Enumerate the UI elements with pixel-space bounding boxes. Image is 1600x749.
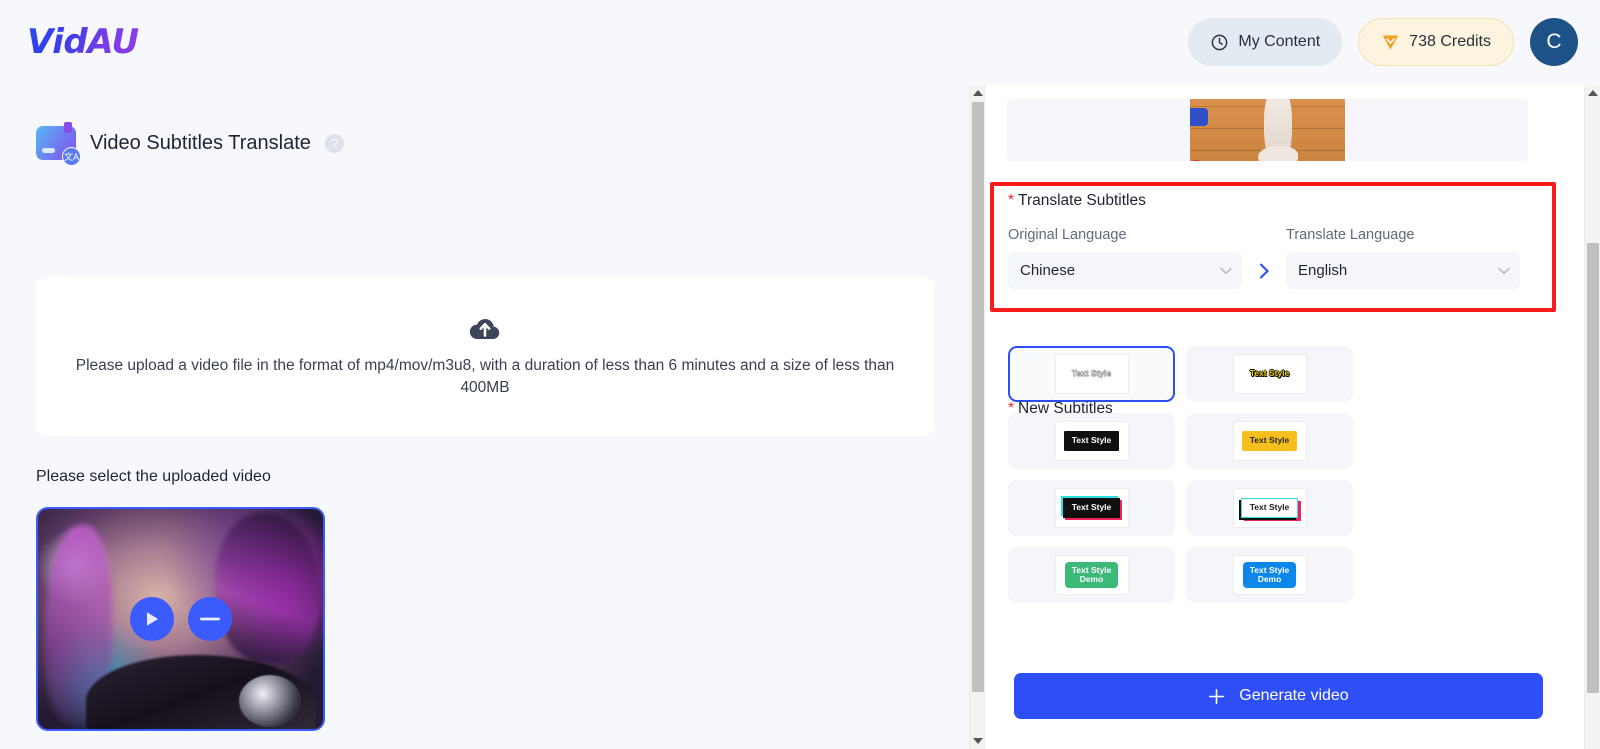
uploaded-video-thumbnail[interactable] [36, 507, 325, 731]
diamond-gem-icon [1381, 34, 1400, 51]
subtitle-style-preview: Text Style [1232, 421, 1307, 461]
subtitle-style-preview: Text Style [1054, 421, 1129, 461]
clock-icon [1210, 33, 1229, 52]
subtitle-style-tile-6[interactable]: Text Style [1186, 480, 1353, 536]
subtitle-style-tile-4[interactable]: Text Style [1186, 413, 1353, 469]
subtitle-style-label: Text Style Demo [1064, 561, 1119, 589]
video-thumbnail-detail-lens [239, 675, 301, 727]
credits-button[interactable]: 738 Credits [1358, 18, 1514, 66]
caret-down-icon[interactable] [970, 733, 986, 749]
left-pane-scrollbar[interactable] [969, 85, 985, 749]
header-actions: My Content 738 Credits C [1188, 18, 1578, 66]
video-preview-frame: ♪ TikTok @vidau.editor [1190, 99, 1345, 161]
avatar-initial: C [1546, 30, 1562, 53]
language-fields-row: Original Language Chinese Translate Lang… [1008, 227, 1538, 289]
play-video-button[interactable] [129, 597, 174, 641]
subtitle-style-tile-8[interactable]: Text Style Demo [1186, 547, 1353, 603]
app-header: VidAU My Content 738 Credits C [0, 0, 1600, 85]
remove-video-button[interactable] [187, 597, 232, 641]
generate-video-label: Generate video [1239, 687, 1349, 704]
plus-icon [1208, 688, 1225, 705]
original-language-value: Chinese [1020, 262, 1076, 279]
user-avatar[interactable]: C [1530, 18, 1578, 66]
generate-video-button[interactable]: Generate video [1014, 673, 1543, 719]
right-pane-scrollbar[interactable] [1584, 85, 1600, 749]
my-content-label: My Content [1238, 33, 1321, 50]
video-translate-icon-tab [64, 122, 72, 133]
translate-subtitles-section: * Translate Subtitles Original Language C… [1008, 192, 1538, 289]
video-thumbnail-actions [129, 597, 232, 641]
translate-language-value: English [1298, 262, 1348, 279]
subtitle-style-preview: Text Style [1054, 354, 1129, 394]
subtitle-style-tile-7[interactable]: Text Style Demo [1008, 547, 1175, 603]
video-translate-icon-bar [42, 148, 55, 153]
subtitle-style-label: Text Style [1062, 498, 1121, 518]
credits-label: 738 Credits [1409, 33, 1491, 50]
translate-subtitles-heading: * Translate Subtitles [1008, 192, 1538, 210]
original-language-label: Original Language [1008, 227, 1127, 243]
vidau-logo[interactable]: VidAU [27, 22, 139, 62]
page-title: Video Subtitles Translate [90, 131, 311, 154]
subtitle-style-preview: Text Style [1054, 488, 1129, 528]
cloud-upload-icon [468, 314, 502, 342]
subtitle-style-label: Text Style [1071, 368, 1112, 379]
subtitle-style-tile-2[interactable]: Text Style [1186, 346, 1353, 402]
right-scrollbar-thumb[interactable] [1587, 243, 1599, 693]
translate-badge-icon: 文A [62, 147, 81, 166]
caret-up-icon[interactable] [1585, 85, 1600, 101]
select-video-label: Please select the uploaded video [36, 468, 271, 485]
upload-dropzone[interactable]: Please upload a video file in the format… [36, 277, 934, 436]
minus-icon [199, 617, 220, 621]
chevron-down-icon [1220, 267, 1232, 275]
my-content-button[interactable]: My Content [1188, 18, 1343, 66]
subtitle-style-label: Text Style [1249, 368, 1290, 379]
subtitle-style-label: Text Style Demo [1242, 561, 1297, 589]
subtitle-style-preview: Text Style Demo [1054, 555, 1129, 595]
required-marker: * [1008, 192, 1015, 209]
right-panel: ♪ TikTok @vidau.editor *Translate Subtit… [986, 85, 1600, 749]
preview-object-blue [1190, 108, 1208, 126]
chevron-right-icon [1259, 263, 1270, 279]
language-direction-arrow [1242, 252, 1286, 289]
translate-language-field: Translate Language English [1286, 227, 1520, 289]
caret-up-icon[interactable] [970, 85, 986, 101]
question-mark-icon[interactable]: ? [324, 133, 344, 153]
translate-language-label: Translate Language [1286, 227, 1415, 243]
video-translate-icon: 文A [36, 122, 81, 166]
subtitle-style-tile-3[interactable]: Text Style [1008, 413, 1175, 469]
video-preview-strip[interactable]: ♪ TikTok @vidau.editor [1007, 99, 1528, 161]
preview-object-red [1190, 160, 1204, 161]
subtitle-style-label: Text Style [1063, 431, 1120, 451]
play-icon [144, 610, 160, 628]
subtitle-style-label: Text Style [1241, 431, 1298, 451]
subtitle-style-tile-5[interactable]: Text Style [1008, 480, 1175, 536]
app-root: VidAU My Content 738 Credits C 文A Video … [0, 0, 1600, 749]
subtitle-style-preview: Text Style [1232, 354, 1307, 394]
preview-subject-foot [1258, 146, 1299, 161]
subtitle-style-preview: Text Style [1232, 488, 1307, 528]
subtitle-style-tile-1[interactable]: Text Style [1008, 346, 1175, 402]
translate-language-select[interactable]: English [1286, 252, 1520, 289]
left-panel: 文A Video Subtitles Translate ? Please up… [0, 85, 962, 749]
left-scrollbar-thumb[interactable] [972, 102, 984, 692]
task-header: 文A Video Subtitles Translate ? [36, 122, 344, 166]
subtitle-style-label: Text Style [1240, 498, 1299, 518]
subtitle-style-preview: Text Style Demo [1232, 555, 1307, 595]
original-language-field: Original Language Chinese [1008, 227, 1242, 289]
translate-subtitles-title: Translate Subtitles [1018, 192, 1146, 209]
upload-instructions: Please upload a video file in the format… [75, 356, 895, 396]
chevron-down-icon [1498, 267, 1510, 275]
original-language-select[interactable]: Chinese [1008, 252, 1242, 289]
subtitle-style-grid: Text Style Text Style Text Style Text Style… [1008, 346, 1353, 603]
